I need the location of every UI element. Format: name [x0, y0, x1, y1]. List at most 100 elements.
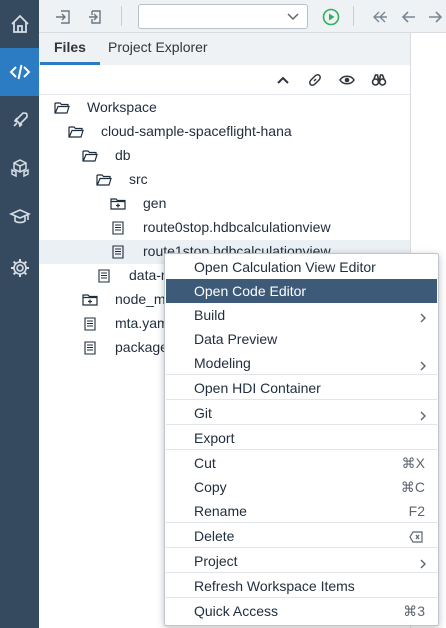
folder-plus-icon	[82, 292, 98, 308]
tree-item-label: mta.yam	[115, 315, 169, 331]
activity-development[interactable]	[0, 48, 39, 96]
menu-item-shortcut: ⌘C	[400, 479, 425, 495]
menu-item-label: Rename	[194, 503, 247, 519]
export-button[interactable]	[84, 6, 106, 28]
menu-item-data-preview[interactable]: Data Preview	[166, 327, 437, 351]
menu-item-export[interactable]: Export	[166, 426, 437, 450]
menu-separator	[166, 424, 437, 425]
chevron-right-icon	[419, 310, 427, 323]
import-icon	[56, 10, 70, 24]
menu-item-label: Git	[194, 405, 212, 421]
file-icon	[82, 340, 98, 356]
menu-item-refresh-workspace-items[interactable]: Refresh Workspace Items	[166, 574, 437, 598]
show-hidden-files-button[interactable]	[337, 70, 357, 90]
main-toolbar	[39, 0, 446, 33]
arrow-right-icon	[429, 11, 443, 23]
eye-icon	[339, 75, 355, 85]
graduation-cap-icon	[8, 209, 31, 224]
menu-item-cut[interactable]: Cut ⌘X	[166, 451, 437, 475]
menu-item-label: Build	[194, 307, 226, 323]
tree-item[interactable]: cloud-sample-spaceflight-hana	[39, 120, 410, 144]
search-workspace-button[interactable]	[369, 70, 389, 90]
tree-item-label: db	[115, 147, 131, 163]
menu-item-shortcut: F2	[408, 503, 425, 519]
menu-item-label: Export	[194, 430, 235, 446]
menu-item-build[interactable]: Build	[166, 303, 437, 327]
collapse-all-button[interactable]	[273, 70, 293, 90]
menu-item-copy[interactable]: Copy ⌘C	[166, 475, 437, 499]
tree-item[interactable]: db	[39, 144, 410, 168]
explorer-tabs: Files Project Explorer	[39, 33, 410, 65]
import-button[interactable]	[52, 6, 74, 28]
run-button[interactable]	[320, 6, 342, 28]
menu-separator	[166, 547, 437, 548]
menu-item-label: Data Preview	[194, 331, 278, 347]
step-back-icon	[373, 11, 387, 23]
activity-home[interactable]	[0, 0, 39, 48]
file-icon	[82, 316, 98, 332]
menu-separator	[166, 597, 437, 598]
menu-item-rename[interactable]: Rename F2	[166, 499, 437, 523]
link-icon	[309, 74, 321, 86]
activity-learning[interactable]	[0, 192, 39, 240]
file-tree-toolbar	[39, 65, 410, 95]
run-configuration-select[interactable]	[138, 4, 308, 29]
tree-item-label: node_m	[115, 291, 166, 307]
step-back-button[interactable]	[369, 6, 391, 28]
menu-item-open-code-editor[interactable]: Open Code Editor	[166, 279, 437, 303]
tree-item[interactable]: gen	[39, 192, 410, 216]
forward-button[interactable]	[425, 6, 446, 28]
arrow-left-icon	[401, 11, 415, 23]
context-menu: Open Calculation View Editor Open Code Ed…	[164, 253, 439, 626]
code-icon	[9, 64, 30, 80]
tree-item-label: Workspace	[87, 99, 157, 115]
menu-item-open-hdi-container[interactable]: Open HDI Container	[166, 376, 437, 400]
file-icon	[110, 220, 126, 236]
toolbar-separator	[353, 6, 354, 26]
folder-open-icon	[54, 100, 70, 116]
tree-item[interactable]: src	[39, 168, 410, 192]
menu-item-quick-access[interactable]: Quick Access ⌘3	[166, 599, 437, 623]
folder-open-icon	[68, 124, 84, 140]
activity-bar	[0, 0, 39, 628]
menu-item-label: Copy	[194, 479, 227, 495]
gear-icon	[10, 259, 29, 277]
link-with-editor-button[interactable]	[305, 70, 325, 90]
folder-open-icon	[82, 148, 98, 164]
chevron-right-icon	[419, 408, 427, 421]
play-circle-icon	[322, 8, 340, 26]
menu-item-modeling[interactable]: Modeling	[166, 351, 437, 375]
menu-item-label: Project	[194, 553, 238, 569]
chevron-down-icon	[287, 13, 299, 21]
menu-separator	[166, 374, 437, 375]
activity-deploy[interactable]	[0, 96, 39, 144]
chevron-right-icon	[419, 358, 427, 371]
menu-item-shortcut: ⌘3	[403, 603, 425, 619]
tab-project-explorer[interactable]: Project Explorer	[94, 33, 222, 65]
menu-item-shortcut: ⌘X	[401, 455, 425, 471]
menu-item-label: Cut	[194, 455, 216, 471]
menu-separator	[166, 522, 437, 523]
menu-item-git[interactable]: Git	[166, 401, 437, 425]
delete-key-icon	[409, 530, 423, 543]
menu-item-open-calculation-view-editor[interactable]: Open Calculation View Editor	[166, 255, 437, 279]
menu-item-label: Refresh Workspace Items	[194, 578, 355, 594]
activity-settings[interactable]	[0, 244, 39, 292]
chevron-right-icon	[419, 556, 427, 569]
menu-item-project[interactable]: Project	[166, 549, 437, 573]
menu-item-label: Quick Access	[194, 603, 279, 619]
file-icon	[96, 268, 112, 284]
tree-item[interactable]: route0stop.hdbcalculationview	[39, 216, 410, 240]
menu-item-delete[interactable]: Delete	[166, 524, 437, 548]
binoculars-icon	[371, 74, 387, 86]
tree-item-label: route0stop.hdbcalculationview	[143, 219, 331, 235]
rocket-icon	[12, 112, 28, 128]
menu-item-label: Modeling	[194, 355, 251, 371]
back-button[interactable]	[397, 6, 419, 28]
tree-item[interactable]: Workspace	[39, 96, 410, 120]
tree-item-label: gen	[143, 195, 167, 211]
menu-item-label: Delete	[194, 528, 235, 544]
activity-services[interactable]	[0, 144, 39, 192]
folder-plus-icon	[110, 196, 126, 212]
tab-files[interactable]: Files	[40, 33, 100, 65]
